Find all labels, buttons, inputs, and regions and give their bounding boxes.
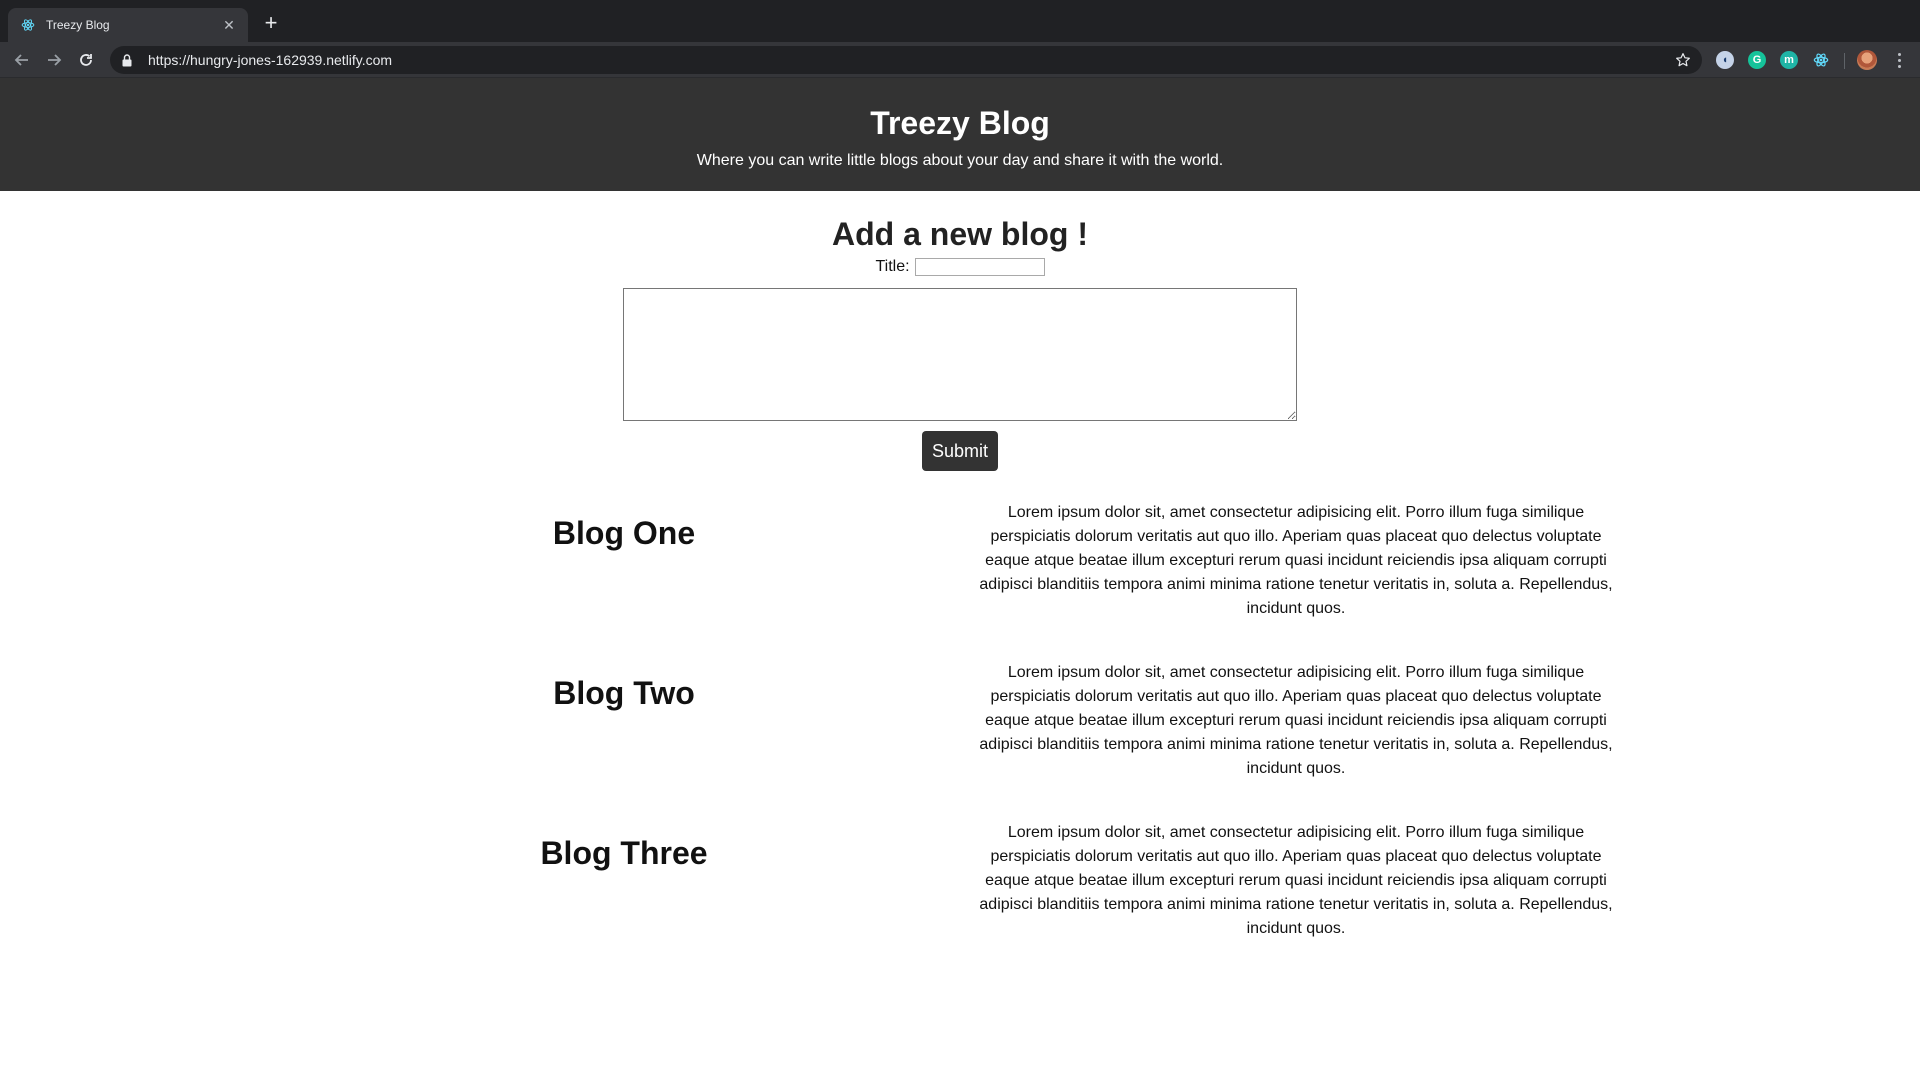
- browser-tab[interactable]: Treezy Blog ✕: [8, 8, 248, 42]
- react-devtools-icon[interactable]: [1812, 51, 1830, 69]
- title-input[interactable]: [914, 258, 1045, 276]
- url-text: https://hungry-jones-162939.netlify.com: [148, 52, 393, 68]
- lock-icon: [122, 53, 134, 67]
- bookmark-star-icon[interactable]: [1674, 51, 1692, 69]
- address-bar[interactable]: https://hungry-jones-162939.netlify.com: [110, 46, 1702, 74]
- browser-tab-strip: Treezy Blog ✕ +: [0, 0, 1920, 42]
- browser-menu-icon[interactable]: [1891, 50, 1907, 70]
- blog-item: Blog Three Lorem ipsum dolor sit, amet c…: [0, 824, 1920, 995]
- toolbar-separator: [1844, 53, 1845, 69]
- page-content: Treezy Blog Where you can write little b…: [0, 78, 1920, 1080]
- blog-title: Blog Three: [540, 835, 708, 871]
- back-arrow-icon[interactable]: [11, 49, 33, 71]
- title-label: Title:: [875, 258, 910, 275]
- blog-item: Blog One Lorem ipsum dolor sit, amet con…: [0, 504, 1920, 675]
- tab-close-icon[interactable]: ✕: [220, 16, 238, 34]
- tab-title: Treezy Blog: [46, 18, 110, 32]
- form-heading: Add a new blog !: [832, 216, 1088, 252]
- blog-body: Lorem ipsum dolor sit, amet consectetur …: [979, 504, 1613, 617]
- reload-icon[interactable]: [75, 49, 97, 71]
- submit-button[interactable]: Submit: [921, 431, 999, 471]
- browser-toolbar: https://hungry-jones-162939.netlify.com …: [0, 42, 1920, 78]
- grammarly-icon[interactable]: G: [1748, 51, 1766, 69]
- blog-title: Blog One: [552, 515, 696, 551]
- profile-avatar[interactable]: [1857, 50, 1877, 70]
- blog-list: Blog One Lorem ipsum dolor sit, amet con…: [0, 504, 1920, 995]
- blog-body: Lorem ipsum dolor sit, amet consectetur …: [979, 824, 1613, 937]
- site-title: Treezy Blog: [870, 105, 1050, 141]
- blog-body: Lorem ipsum dolor sit, amet consectetur …: [979, 664, 1613, 777]
- ghostery-icon[interactable]: ◖: [1716, 51, 1734, 69]
- blog-body-textarea[interactable]: [623, 288, 1297, 421]
- title-row: Title:: [0, 258, 1920, 276]
- react-favicon-icon: [20, 17, 36, 33]
- site-tagline: Where you can write little blogs about y…: [696, 152, 1224, 169]
- blog-title: Blog Two: [553, 675, 695, 711]
- forward-arrow-icon[interactable]: [43, 49, 65, 71]
- mercury-icon[interactable]: m: [1780, 51, 1798, 69]
- new-blog-form: Add a new blog ! Title: Submit: [0, 216, 1920, 471]
- new-tab-button[interactable]: +: [260, 12, 282, 35]
- site-header: Treezy Blog Where you can write little b…: [0, 78, 1920, 191]
- blog-item: Blog Two Lorem ipsum dolor sit, amet con…: [0, 664, 1920, 835]
